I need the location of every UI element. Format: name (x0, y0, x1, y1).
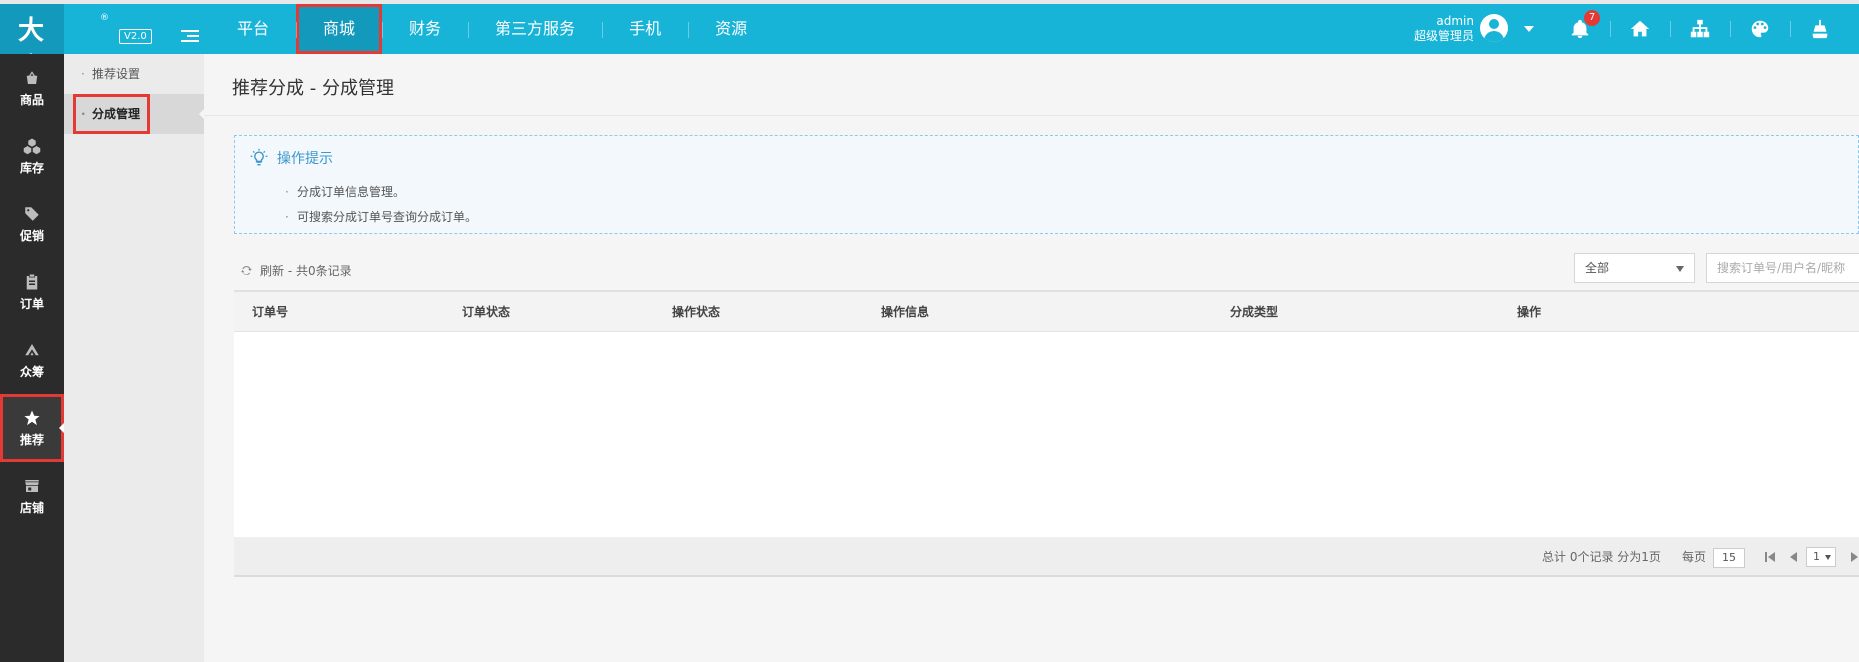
nav-item-resources[interactable]: 资源 (688, 4, 774, 54)
notification-badge: 7 (1584, 10, 1600, 26)
user-role: 超级管理员 (1413, 29, 1474, 43)
column-header-order-no[interactable]: 订单号 (252, 292, 288, 332)
operation-tips: 操作提示 分成订单信息管理。 可搜索分成订单号查询分成订单。 (234, 135, 1859, 234)
refresh-button[interactable]: 刷新 - 共0条记录 (240, 262, 352, 279)
palette-icon[interactable] (1730, 4, 1790, 54)
sidebar: 商品 库存 促销 订单 众筹 推荐 店铺 (0, 54, 64, 662)
sidebar-item-label: 店铺 (19, 500, 44, 515)
top-bar: 大商创 ® V2.0 平台 商城 财务 第三方服务 手机 资源 admin 超级… (0, 0, 1859, 120)
main-content: 推荐分成 - 分成管理 操作提示 分成订单信息管理。 可搜索分成订单号查询分成订… (204, 54, 1859, 662)
sidebar-item-store[interactable]: 店铺 (0, 462, 64, 530)
user-dropdown-caret-icon[interactable] (1524, 26, 1534, 32)
current-page: 1 (1813, 550, 1820, 563)
store-icon (25, 479, 39, 492)
sidebar-item-label: 库存 (19, 160, 44, 175)
avatar[interactable] (1480, 14, 1508, 42)
table-header: 订单号 订单状态 操作状态 操作信息 分成类型 操作 (234, 292, 1859, 332)
sidebar-item-order[interactable]: 订单 (0, 258, 64, 326)
sidebar-item-recommend[interactable]: 推荐 (0, 394, 64, 462)
column-header-actions: 操作 (1517, 305, 1542, 319)
status-filter-value: 全部 (1585, 261, 1610, 275)
page-title: 推荐分成 - 分成管理 (232, 78, 394, 99)
top-nav: 平台 商城 财务 第三方服务 手机 资源 (210, 4, 774, 54)
tip-item: 分成订单信息管理。 (285, 180, 477, 205)
nav-item-finance[interactable]: 财务 (382, 4, 468, 54)
highlight-box (73, 94, 150, 134)
nav-item-platform[interactable]: 平台 (210, 4, 296, 54)
pagination-summary: 总计 0个记录 分为1页 (1542, 550, 1661, 564)
basket-icon (26, 70, 38, 84)
first-page-icon[interactable] (1768, 552, 1775, 562)
nav-item-mall[interactable]: 商城 (296, 4, 383, 54)
sub-menu: 推荐设置 分成管理 (64, 54, 204, 662)
per-page-label: 每页 (1682, 550, 1707, 564)
sidebar-item-label: 促销 (19, 228, 44, 243)
bell-icon[interactable]: 7 (1550, 4, 1610, 54)
version-badge: V2.0 (119, 29, 152, 44)
tips-list: 分成订单信息管理。 可搜索分成订单号查询分成订单。 (285, 180, 477, 230)
cubes-icon (23, 138, 41, 154)
user-info[interactable]: admin 超级管理员 (1402, 14, 1474, 44)
chevron-down-icon (1825, 555, 1831, 560)
menu-toggle-icon[interactable] (181, 30, 199, 44)
sidebar-item-label: 推荐 (19, 432, 44, 447)
column-header-commission-type[interactable]: 分成类型 (1230, 292, 1278, 332)
logo-registered-mark: ® (100, 13, 109, 23)
top-icons: 7 (1550, 4, 1850, 54)
sitemap-icon[interactable] (1670, 4, 1730, 54)
record-count-label: 刷新 - 共0条记录 (260, 264, 352, 278)
sidebar-item-label: 众筹 (19, 364, 44, 379)
sidebar-item-promotion[interactable]: 促销 (0, 190, 64, 258)
commission-table: 订单号 订单状态 操作状态 操作信息 分成类型 操作 总计 0个记录 分为1页 … (234, 290, 1859, 577)
table-footer: 总计 0个记录 分为1页 每页 15 1 (234, 537, 1859, 577)
crowdfunding-icon (25, 343, 39, 355)
next-page-icon[interactable] (1851, 552, 1858, 562)
clear-cache-icon[interactable] (1790, 4, 1850, 54)
logo[interactable]: 大商创 (0, 4, 64, 120)
tips-heading-text: 操作提示 (277, 151, 333, 167)
tip-item: 可搜索分成订单号查询分成订单。 (285, 205, 477, 230)
clipboard-icon (26, 274, 38, 289)
per-page-input[interactable]: 15 (1713, 548, 1745, 568)
sidebar-item-crowdfunding[interactable]: 众筹 (0, 326, 64, 394)
toolbar: 刷新 - 共0条记录 全部 (234, 248, 1859, 284)
tag-icon (25, 206, 39, 221)
column-header-operation-status[interactable]: 操作状态 (672, 292, 720, 332)
search-input[interactable] (1706, 253, 1859, 283)
nav-item-third-party[interactable]: 第三方服务 (468, 4, 602, 54)
tips-heading[interactable]: 操作提示 (249, 148, 333, 168)
submenu-item-recommend-settings[interactable]: 推荐设置 (64, 54, 204, 94)
home-icon[interactable] (1610, 4, 1670, 54)
sidebar-item-label: 商品 (19, 92, 44, 107)
user-name: admin (1436, 14, 1474, 28)
status-filter-select[interactable]: 全部 (1574, 253, 1695, 283)
star-icon (24, 410, 40, 425)
sidebar-item-goods[interactable]: 商品 (0, 54, 64, 122)
divider (204, 115, 1859, 116)
lightbulb-icon (250, 148, 268, 166)
nav-item-mobile[interactable]: 手机 (602, 4, 688, 54)
chevron-down-icon (1676, 266, 1684, 272)
sidebar-item-stock[interactable]: 库存 (0, 122, 64, 190)
column-header-operation-info[interactable]: 操作信息 (881, 292, 929, 332)
column-header-order-status[interactable]: 订单状态 (462, 292, 510, 332)
first-page-icon-bar (1765, 552, 1767, 562)
prev-page-icon[interactable] (1790, 552, 1797, 562)
page-select[interactable]: 1 (1806, 547, 1836, 567)
sidebar-item-label: 订单 (19, 296, 44, 311)
refresh-icon (241, 266, 252, 275)
submenu-item-commission-management[interactable]: 分成管理 (64, 94, 204, 134)
